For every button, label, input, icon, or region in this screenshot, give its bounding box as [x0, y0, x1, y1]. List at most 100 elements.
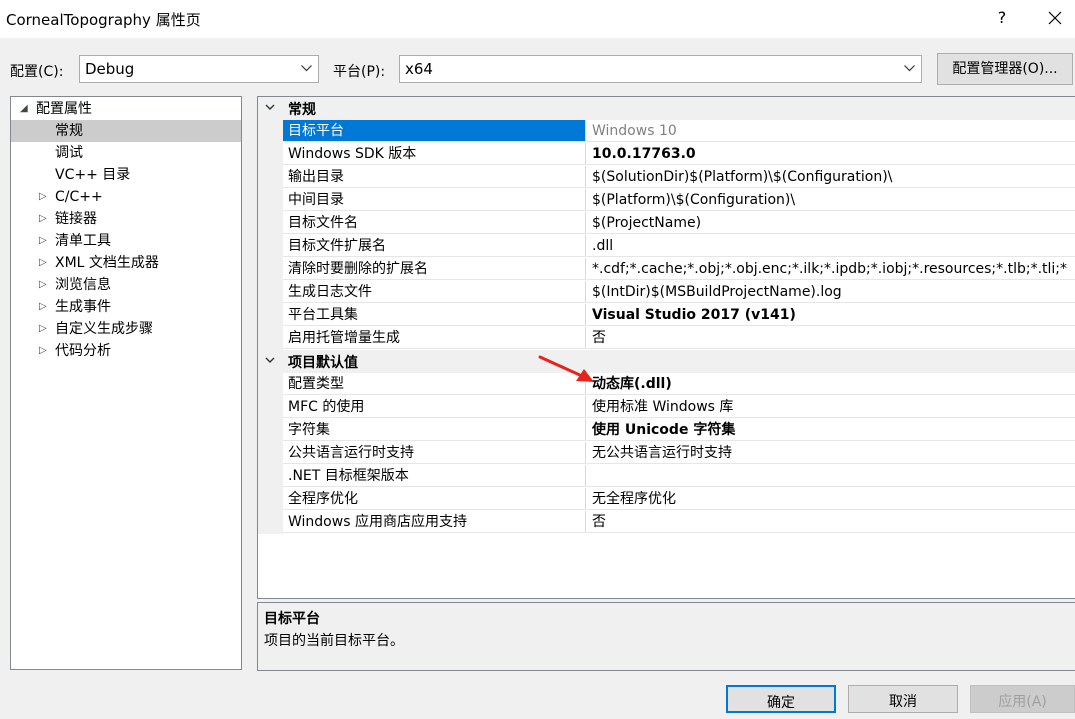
property-value[interactable]: 无全程序优化 [587, 488, 1075, 510]
property-row-windows-store-app-support[interactable]: Windows 应用商店应用支持 否 [258, 511, 1075, 534]
description-title: 目标平台 [264, 611, 320, 627]
tree-item-label: 代码分析 [55, 343, 111, 359]
property-value[interactable]: 否 [587, 511, 1075, 533]
tree-item-label: C/C++ [55, 189, 103, 205]
collapsed-triangle-icon: ▷ [39, 257, 47, 268]
property-row-clr-support[interactable]: 公共语言运行时支持 无公共语言运行时支持 [258, 442, 1075, 465]
property-row-configuration-type[interactable]: 配置类型 动态库(.dll) [258, 373, 1075, 396]
property-name: 平台工具集 [283, 304, 586, 326]
collapsed-triangle-icon: ▷ [39, 213, 47, 224]
help-button[interactable]: ? [988, 4, 1016, 32]
section-header-general[interactable]: 常规 [258, 97, 1075, 120]
window-title: CornealTopography 属性页 [6, 11, 201, 29]
platform-select-value: x64 [405, 60, 433, 78]
chevron-down-icon [265, 104, 275, 110]
property-value[interactable]: 使用标准 Windows 库 [587, 396, 1075, 418]
property-value[interactable]: $(ProjectName) [587, 212, 1075, 234]
property-name: 中间目录 [283, 189, 586, 211]
config-select[interactable]: Debug [79, 55, 319, 83]
close-icon [1048, 11, 1062, 25]
chevron-down-icon [904, 65, 915, 72]
close-button[interactable] [1040, 4, 1070, 32]
section-title: 常规 [288, 102, 316, 118]
expanded-triangle-icon: ◢ [20, 103, 28, 114]
property-name: .NET 目标框架版本 [283, 465, 586, 487]
tree-item-label: 链接器 [55, 211, 97, 227]
property-name: Windows 应用商店应用支持 [283, 511, 586, 533]
property-name: 字符集 [283, 419, 586, 441]
tree-item-label: 配置属性 [36, 101, 92, 117]
config-select-value: Debug [85, 60, 135, 78]
property-row-use-of-mfc[interactable]: MFC 的使用 使用标准 Windows 库 [258, 396, 1075, 419]
property-row-target-platform[interactable]: 目标平台 Windows 10 [258, 120, 1075, 143]
property-tree: ◢ 配置属性 常规 调试 VC++ 目录 ▷ C/C++ ▷ 链接器 ▷ 清单工… [10, 96, 242, 670]
property-value[interactable]: 无公共语言运行时支持 [587, 442, 1075, 464]
chevron-down-icon [301, 65, 312, 72]
section-header-project-defaults[interactable]: 项目默认值 [258, 350, 1075, 373]
property-grid: 常规 目标平台 Windows 10 Windows SDK 版本 10.0.1… [257, 96, 1075, 599]
property-name: 生成日志文件 [283, 281, 586, 303]
tree-item-label: 生成事件 [55, 299, 111, 315]
property-value[interactable]: *.cdf;*.cache;*.obj;*.obj.enc;*.ilk;*.ip… [587, 258, 1075, 280]
property-value[interactable]: 使用 Unicode 字符集 [587, 419, 1075, 441]
property-row-character-set[interactable]: 字符集 使用 Unicode 字符集 [258, 419, 1075, 442]
property-value[interactable]: 否 [587, 327, 1075, 349]
tree-item-general[interactable]: 常规 [11, 120, 241, 142]
property-name: 输出目录 [283, 166, 586, 188]
tree-item-label: 自定义生成步骤 [55, 321, 153, 337]
collapsed-triangle-icon: ▷ [39, 323, 47, 334]
tree-item-label: VC++ 目录 [55, 167, 131, 183]
configuration-manager-button[interactable]: 配置管理器(O)... [937, 53, 1073, 85]
section-title: 项目默认值 [288, 355, 358, 371]
red-arrow-annotation-icon [538, 355, 594, 382]
description-text: 项目的当前目标平台。 [264, 633, 404, 649]
platform-label: 平台(P): [333, 64, 386, 80]
ok-button[interactable]: 确定 [726, 685, 836, 713]
property-value[interactable]: $(IntDir)$(MSBuildProjectName).log [587, 281, 1075, 303]
property-name: 公共语言运行时支持 [283, 442, 586, 464]
property-row-whole-program-optimization[interactable]: 全程序优化 无全程序优化 [258, 488, 1075, 511]
property-value[interactable]: Visual Studio 2017 (v141) [587, 304, 1075, 326]
tree-item-label: 浏览信息 [55, 277, 111, 293]
property-name: 启用托管增量生成 [283, 327, 586, 349]
tree-item-label: XML 文档生成器 [55, 255, 159, 271]
title-bar: CornealTopography 属性页 ? [0, 0, 1075, 38]
property-row-windows-sdk-version[interactable]: Windows SDK 版本 10.0.17763.0 [258, 143, 1075, 166]
tree-item-label: 调试 [55, 145, 83, 161]
description-pane: 目标平台 项目的当前目标平台。 [257, 602, 1075, 671]
property-value[interactable]: 10.0.17763.0 [587, 143, 1075, 165]
property-name: MFC 的使用 [283, 396, 586, 418]
collapsed-triangle-icon: ▷ [39, 235, 47, 246]
property-value[interactable]: .dll [587, 235, 1075, 257]
tree-item-label: 常规 [55, 123, 83, 139]
property-row-target-framework-version[interactable]: .NET 目标框架版本 [258, 465, 1075, 488]
collapsed-triangle-icon: ▷ [39, 345, 47, 356]
property-value[interactable]: $(SolutionDir)$(Platform)\$(Configuratio… [587, 166, 1075, 188]
property-row-target-name[interactable]: 目标文件名 $(ProjectName) [258, 212, 1075, 235]
tree-item-label: 清单工具 [55, 233, 111, 249]
property-name: 全程序优化 [283, 488, 586, 510]
property-row-platform-toolset[interactable]: 平台工具集 Visual Studio 2017 (v141) [258, 304, 1075, 327]
apply-button[interactable]: 应用(A) [970, 685, 1075, 713]
chevron-down-icon [265, 357, 275, 363]
property-value[interactable]: 动态库(.dll) [587, 373, 1075, 395]
collapsed-triangle-icon: ▷ [39, 301, 47, 312]
property-row-intermediate-directory[interactable]: 中间目录 $(Platform)\$(Configuration)\ [258, 189, 1075, 212]
property-row-output-directory[interactable]: 输出目录 $(SolutionDir)$(Platform)\$(Configu… [258, 166, 1075, 189]
property-name: 清除时要删除的扩展名 [283, 258, 586, 280]
cancel-button[interactable]: 取消 [848, 685, 958, 713]
property-name: 目标平台 [283, 120, 586, 142]
property-value[interactable] [587, 465, 1075, 487]
property-row-target-extension[interactable]: 目标文件扩展名 .dll [258, 235, 1075, 258]
config-label: 配置(C): [10, 64, 64, 80]
property-row-extensions-to-delete[interactable]: 清除时要删除的扩展名 *.cdf;*.cache;*.obj;*.obj.enc… [258, 258, 1075, 281]
collapsed-triangle-icon: ▷ [39, 279, 47, 290]
property-value[interactable]: Windows 10 [587, 120, 1075, 142]
property-name: 目标文件扩展名 [283, 235, 586, 257]
platform-select[interactable]: x64 [399, 55, 922, 83]
property-value[interactable]: $(Platform)\$(Configuration)\ [587, 189, 1075, 211]
property-row-managed-incremental-build[interactable]: 启用托管增量生成 否 [258, 327, 1075, 350]
collapsed-triangle-icon: ▷ [39, 191, 47, 202]
property-name: Windows SDK 版本 [283, 143, 586, 165]
property-row-build-log-file[interactable]: 生成日志文件 $(IntDir)$(MSBuildProjectName).lo… [258, 281, 1075, 304]
